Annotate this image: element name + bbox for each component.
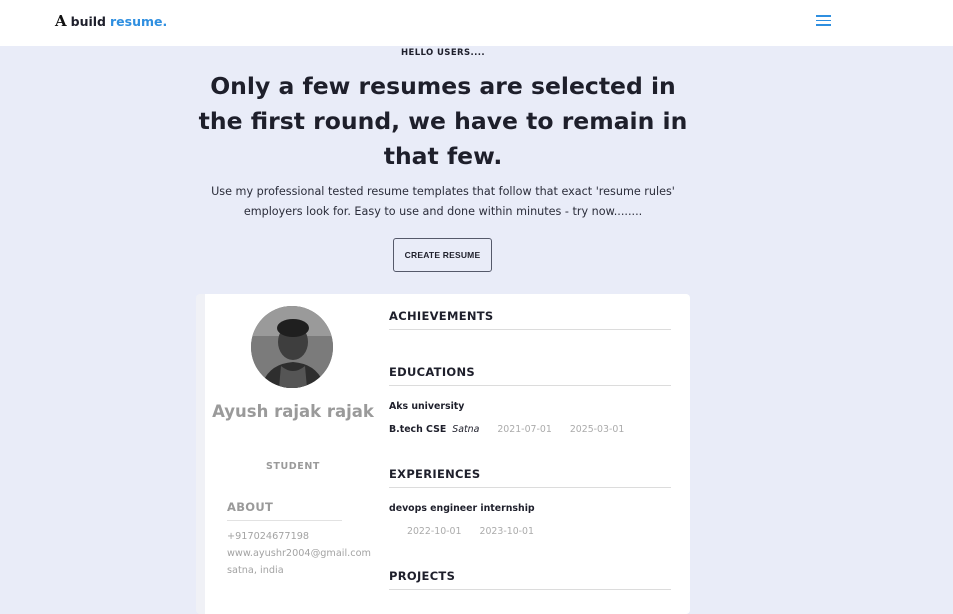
education-details: B.tech CSE Satna 2021-07-01 2025-03-01 (389, 424, 624, 435)
projects-divider (389, 589, 671, 590)
about-divider (227, 520, 342, 521)
experience-dates: 2022-10-01 2023-10-01 (407, 526, 534, 537)
achievements-divider (389, 329, 671, 330)
educations-divider (389, 385, 671, 386)
about-location: satna, india (227, 565, 284, 576)
education-institution: Aks university (389, 401, 465, 412)
logo-accent-word: resume. (110, 13, 168, 29)
logo-word: build (70, 13, 107, 29)
create-resume-button[interactable]: CREATE RESUME (393, 238, 492, 272)
navbar: A build resume. (0, 0, 953, 46)
experiences-divider (389, 487, 671, 488)
site-logo[interactable]: A build resume. (55, 11, 167, 31)
resume-name: Ayush rajak rajak (212, 402, 374, 421)
projects-heading: PROJECTS (389, 569, 456, 583)
education-end-date: 2025-03-01 (569, 424, 625, 435)
education-degree: B.tech CSE (389, 424, 447, 435)
hero-headline: Only a few resumes are selected in the f… (198, 72, 688, 170)
about-phone: +917024677198 (227, 531, 310, 542)
experiences-heading: EXPERIENCES (389, 467, 481, 481)
education-start-date: 2021-07-01 (497, 424, 552, 435)
hero-subtext: Use my professional tested resume templa… (211, 185, 675, 218)
resume-role: STUDENT (265, 461, 321, 472)
hero-eyebrow: HELLO USERS.... (400, 48, 486, 58)
experience-end-date: 2023-10-01 (479, 526, 534, 537)
profile-photo (251, 306, 333, 388)
avatar (251, 306, 333, 388)
achievements-heading: ACHIEVEMENTS (389, 309, 494, 323)
hamburger-menu-icon[interactable] (814, 12, 834, 28)
educations-heading: EDUCATIONS (389, 365, 475, 379)
experience-position: devops engineer internship (389, 503, 535, 514)
logo-mark-icon: A (55, 11, 67, 30)
education-place: Satna (452, 424, 480, 435)
resume-preview-card: Ayush rajak rajak STUDENT ABOUT +9170246… (196, 294, 690, 614)
experience-start-date: 2022-10-01 (407, 526, 462, 537)
about-heading: ABOUT (227, 500, 274, 514)
about-email: www.ayushr2004@gmail.com (227, 548, 371, 559)
